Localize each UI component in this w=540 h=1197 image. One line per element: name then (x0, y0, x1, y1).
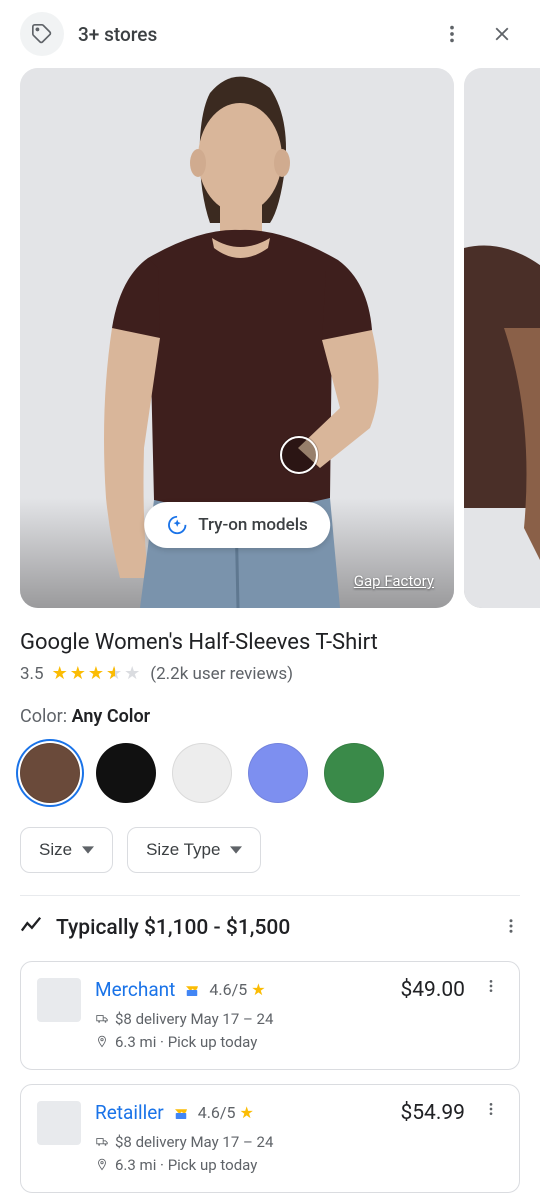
shop-badge-icon (183, 981, 201, 999)
next-image-peek[interactable] (464, 68, 540, 608)
image-gallery: Try-on models Gap Factory (0, 68, 540, 608)
size-filter-chip[interactable]: Size (20, 827, 113, 873)
rating-row[interactable]: 3.5 ★★★★★ (2.2k user reviews) (20, 663, 520, 684)
price-more-button[interactable] (502, 917, 520, 939)
offer-more-button[interactable] (479, 978, 503, 994)
rating-value: 3.5 (20, 664, 44, 684)
main-product-image[interactable]: Try-on models Gap Factory (20, 68, 454, 608)
model-illustration-peek (464, 68, 540, 608)
more-vertical-icon (483, 978, 499, 994)
typically-price-label: Typically $1,100 - $1,500 (56, 916, 488, 940)
offer-merchant-name[interactable]: Retailler (95, 1101, 164, 1124)
price-insights-row: Typically $1,100 - $1,500 (0, 914, 540, 941)
tag-icon-chip[interactable] (20, 12, 64, 56)
product-title: Google Women's Half-Sleeves T-Shirt (20, 630, 520, 655)
offer-body: Retailler 4.6/5 ★ $54.99 $8 delivery May… (95, 1101, 465, 1176)
stores-count-label: 3+ stores (78, 23, 420, 46)
caret-down-icon (82, 844, 94, 856)
offers-list: Merchant 4.6/5 ★ $49.00 $8 delivery May … (0, 961, 540, 1193)
color-swatches (20, 743, 520, 803)
offer-delivery: $8 delivery May 17 – 24 (95, 1131, 465, 1154)
reviews-count: (2.2k user reviews) (150, 664, 293, 684)
more-vertical-icon (502, 917, 520, 935)
focus-point-indicator[interactable] (280, 436, 318, 474)
offer-body: Merchant 4.6/5 ★ $49.00 $8 delivery May … (95, 978, 465, 1053)
product-details: Google Women's Half-Sleeves T-Shirt 3.5 … (0, 608, 540, 896)
image-attribution-link[interactable]: Gap Factory (354, 572, 434, 590)
trend-icon (20, 914, 42, 941)
offer-rating: 4.6/5 ★ (198, 1103, 254, 1122)
close-icon (491, 23, 513, 45)
tag-icon (31, 23, 53, 45)
offer-rating: 4.6/5 ★ (209, 980, 265, 999)
pin-icon (95, 1035, 109, 1049)
rating-stars: ★★★★★ (52, 663, 143, 684)
color-swatch-black[interactable] (96, 743, 156, 803)
pin-icon (95, 1158, 109, 1172)
truck-icon (95, 1012, 109, 1026)
offer-pickup: 6.3 mi · Pick up today (95, 1154, 465, 1177)
try-on-label: Try-on models (198, 515, 308, 535)
offer-delivery: $8 delivery May 17 – 24 (95, 1008, 465, 1031)
more-options-button[interactable] (434, 16, 470, 52)
caret-down-icon (230, 844, 242, 856)
color-value: Any Color (72, 706, 151, 727)
color-swatch-light-gray[interactable] (172, 743, 232, 803)
size-type-filter-chip[interactable]: Size Type (127, 827, 261, 873)
more-vertical-icon (483, 1101, 499, 1117)
truck-icon (95, 1135, 109, 1149)
offer-more-button[interactable] (479, 1101, 503, 1117)
offer-pickup: 6.3 mi · Pick up today (95, 1031, 465, 1054)
section-divider (20, 895, 520, 896)
color-label: Color: Any Color (20, 706, 520, 727)
color-swatch-brown[interactable] (20, 743, 80, 803)
offer-merchant-name[interactable]: Merchant (95, 978, 175, 1001)
shop-badge-icon (172, 1104, 190, 1122)
offer-price: $54.99 (400, 1101, 465, 1125)
offer-thumbnail (37, 978, 81, 1022)
try-on-models-button[interactable]: Try-on models (144, 502, 330, 548)
offer-card[interactable]: Retailler 4.6/5 ★ $54.99 $8 delivery May… (20, 1084, 520, 1193)
top-bar: 3+ stores (0, 0, 540, 68)
color-swatch-green[interactable] (324, 743, 384, 803)
offer-card[interactable]: Merchant 4.6/5 ★ $49.00 $8 delivery May … (20, 961, 520, 1070)
color-swatch-periwinkle[interactable] (248, 743, 308, 803)
offer-price: $49.00 (400, 978, 465, 1002)
filter-chips: Size Size Type (20, 827, 520, 873)
offer-thumbnail (37, 1101, 81, 1145)
more-vertical-icon (441, 23, 463, 45)
sparkle-refresh-icon (166, 514, 188, 536)
close-button[interactable] (484, 16, 520, 52)
